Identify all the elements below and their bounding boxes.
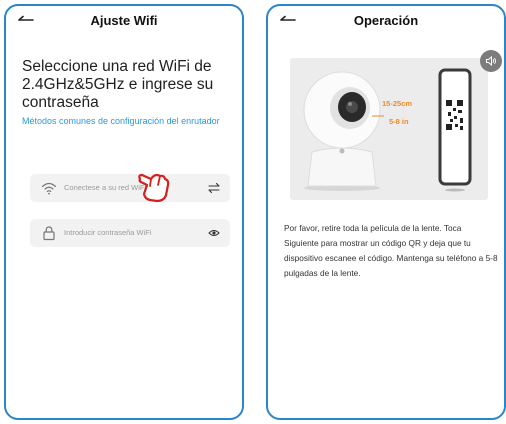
speaker-icon bbox=[486, 55, 496, 67]
speaker-button[interactable] bbox=[480, 50, 502, 72]
page-title: Operación bbox=[353, 13, 419, 28]
distance-cm-label: 15-25cm bbox=[382, 99, 413, 108]
scan-instructions-text: Por favor, retire toda la película de la… bbox=[284, 223, 498, 278]
wifi-password-field[interactable]: Introducir contraseña WiFi bbox=[30, 219, 230, 247]
wifi-network-field[interactable]: Conectese a su red WiFi bbox=[30, 174, 230, 202]
wifi-instruction-heading: Seleccione una red WiFi de 2.4GHz&5GHz e… bbox=[22, 58, 214, 111]
camera-phone-graphic bbox=[303, 68, 472, 192]
swap-arrows-icon[interactable] bbox=[208, 182, 220, 194]
operation-screen: Operación 15-25cm 5-8 in Por favor, reti… bbox=[266, 4, 506, 420]
wifi-icon bbox=[41, 182, 57, 195]
wifi-setup-screen: Ajuste Wifi Seleccione una red WiFi de 2… bbox=[4, 4, 244, 420]
wifi-password-placeholder: Introducir contraseña WiFi bbox=[64, 228, 152, 237]
header: Ajuste Wifi bbox=[6, 6, 242, 34]
wifi-network-placeholder: Conectese a su red WiFi bbox=[64, 183, 147, 192]
eye-icon[interactable] bbox=[208, 227, 220, 239]
distance-in-label: 5-8 in bbox=[389, 117, 409, 126]
router-config-link[interactable]: Métodos comunes de configuración del enr… bbox=[22, 116, 232, 127]
camera-scan-illustration: 15-25cm 5-8 in bbox=[290, 58, 488, 200]
page-title: Ajuste Wifi bbox=[90, 13, 158, 28]
header: Operación bbox=[268, 6, 504, 34]
lock-icon bbox=[43, 226, 55, 241]
hand-pointer-icon bbox=[138, 173, 170, 203]
